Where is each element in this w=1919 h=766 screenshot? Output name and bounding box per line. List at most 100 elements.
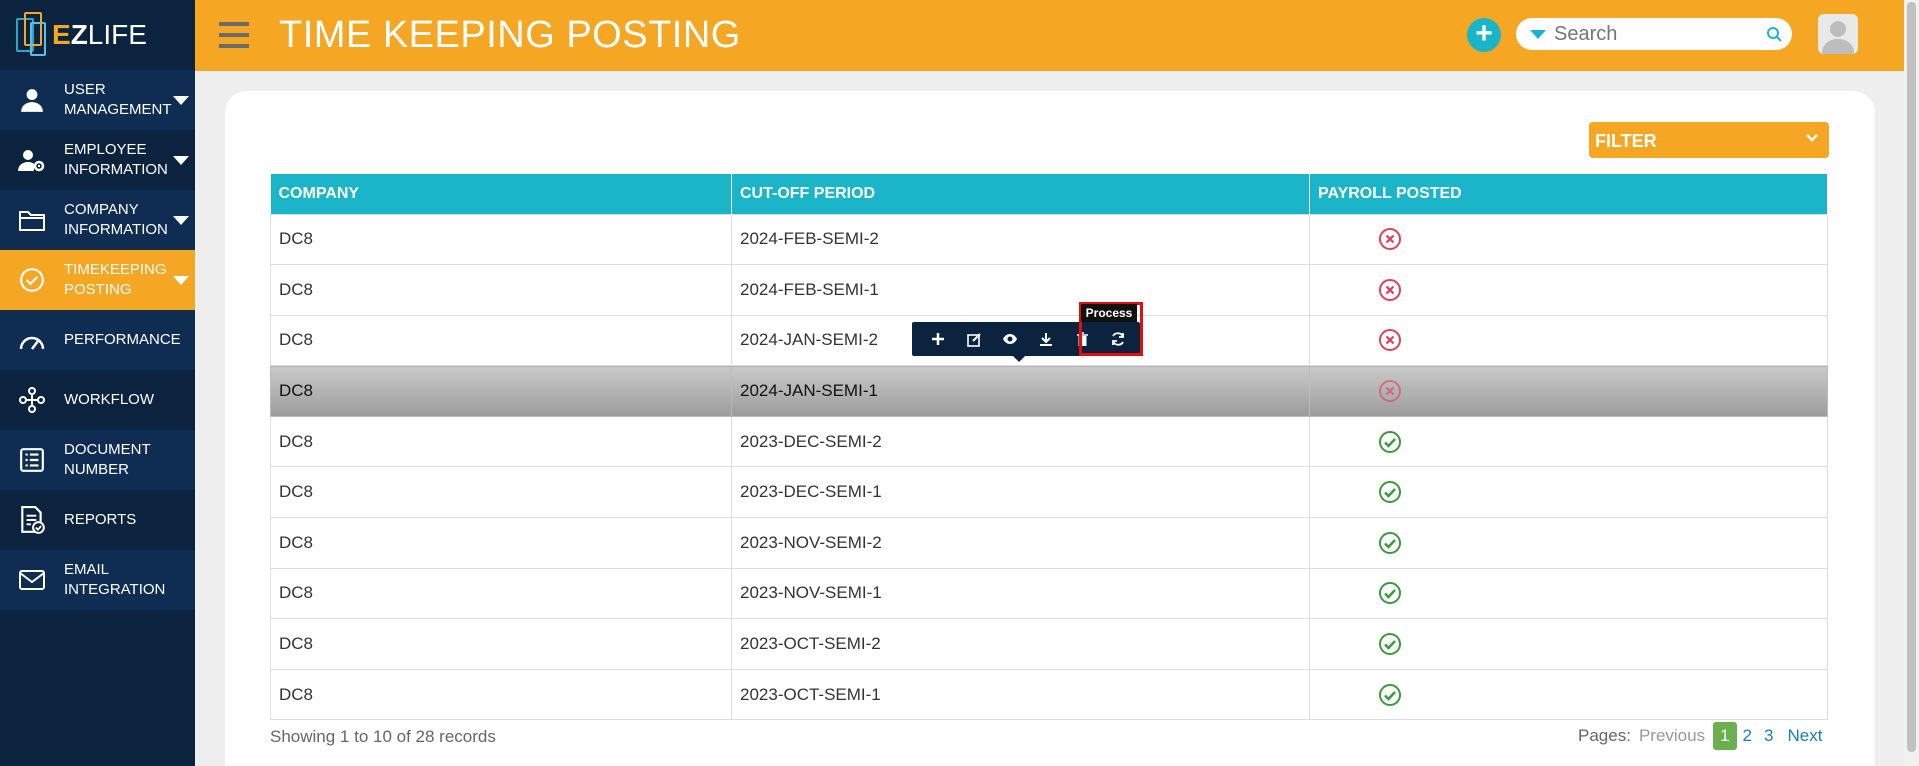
column-header-payroll-posted[interactable]: PAYROLL POSTED [1309, 174, 1828, 214]
process-tooltip: Process [1081, 304, 1137, 322]
logo-letter-e: E [52, 19, 71, 50]
report-icon [0, 506, 64, 534]
cut-off-period-cell: 2024-FEB-SEMI-1 [731, 264, 1310, 316]
add-button[interactable]: + [1467, 18, 1501, 52]
cut-off-period-cell: 2023-DEC-SEMI-1 [731, 466, 1310, 519]
filter-label: FILTER [1595, 131, 1657, 151]
plus-icon: + [1475, 17, 1493, 50]
column-header-company[interactable]: COMPANY [270, 174, 732, 214]
company-cell: DC8 [270, 517, 732, 569]
view-row-button[interactable] [992, 322, 1028, 356]
sidebar-item-company-information[interactable]: COMPANY INFORMATION [0, 190, 195, 250]
scroll-thumb[interactable] [1907, 2, 1916, 752]
download-row-button[interactable] [1028, 322, 1064, 356]
cut-off-period-cell: 2023-DEC-SEMI-2 [731, 415, 1310, 468]
company-cell: DC8 [270, 314, 732, 367]
previous-page-link[interactable]: Previous [1639, 726, 1705, 746]
vertical-scrollbar[interactable] [1904, 0, 1919, 766]
page-3-link[interactable]: 3 [1758, 726, 1779, 746]
table-row[interactable]: DC8 2023-OCT-SEMI-1 [270, 668, 1828, 721]
sidebar-item-label: PERFORMANCE [64, 331, 181, 348]
edit-row-button[interactable] [956, 322, 992, 356]
toolbar-pointer [1013, 356, 1025, 362]
page-1-link[interactable]: 1 [1713, 722, 1737, 750]
sidebar-item-label: EMPLOYEE INFORMATION [64, 141, 168, 178]
company-cell: DC8 [270, 365, 732, 417]
sidebar: EZLIFE USER MANAGEMENT EMPLOYEE INFORMAT… [0, 0, 195, 766]
sidebar-item-label: EMAIL INTEGRATION [64, 561, 166, 598]
add-row-button[interactable] [920, 322, 956, 356]
logo[interactable]: EZLIFE [0, 0, 195, 70]
payroll-posted-cell [1309, 567, 1828, 620]
payroll-posted-cell [1309, 466, 1828, 519]
sidebar-item-reports[interactable]: REPORTS [0, 490, 195, 550]
column-header-cut-off-period[interactable]: CUT-OFF PERIOD [731, 174, 1310, 214]
cut-off-period-cell: 2023-NOV-SEMI-2 [731, 517, 1310, 569]
plus-icon [932, 333, 944, 345]
sidebar-item-label: REPORTS [64, 511, 137, 528]
table-row[interactable]: DC8 2024-FEB-SEMI-2 [270, 213, 1828, 266]
check-circle-icon [1379, 582, 1401, 605]
cut-off-period-cell: 2023-OCT-SEMI-1 [731, 668, 1310, 721]
avatar[interactable] [1818, 14, 1858, 54]
sidebar-item-timekeeping-posting[interactable]: TIMEKEEPING POSTING [0, 250, 195, 310]
company-cell: DC8 [270, 466, 732, 519]
x-circle-icon [1379, 380, 1401, 403]
logo-letter-z: Z [70, 19, 88, 50]
table-row[interactable]: DC8 2023-NOV-SEMI-1 [270, 567, 1828, 620]
table-row[interactable]: DC8 2023-NOV-SEMI-2 [270, 517, 1828, 569]
caret-down-icon [173, 216, 189, 225]
sidebar-item-label: USER MANAGEMENT [64, 81, 172, 118]
search-icon[interactable] [1766, 26, 1782, 42]
payroll-posted-cell [1309, 213, 1828, 266]
company-cell: DC8 [270, 415, 732, 468]
table-row[interactable]: DC8 2023-DEC-SEMI-2 [270, 415, 1828, 468]
page-2-link[interactable]: 2 [1737, 726, 1758, 746]
logo-text: EZLIFE [52, 19, 147, 51]
cut-off-period-cell: 2023-NOV-SEMI-1 [731, 567, 1310, 620]
sidebar-item-employee-information[interactable]: EMPLOYEE INFORMATION [0, 130, 195, 190]
table-row[interactable]: DC8 2023-DEC-SEMI-1 [270, 466, 1828, 519]
check-circle-icon [1379, 430, 1401, 453]
payroll-posted-cell [1309, 365, 1828, 417]
hamburger-menu-icon[interactable] [219, 22, 249, 48]
search-input[interactable] [1554, 22, 1764, 46]
sidebar-item-email-integration[interactable]: EMAIL INTEGRATION [0, 550, 195, 610]
search-dropdown-caret-icon[interactable] [1530, 29, 1546, 39]
sidebar-item-label: TIMEKEEPING POSTING [64, 261, 167, 298]
cut-off-period-cell: 2024-FEB-SEMI-2 [731, 213, 1310, 266]
sidebar-item-document-number[interactable]: DOCUMENT NUMBER [0, 430, 195, 490]
user-avatar-icon [1818, 14, 1858, 54]
workflow-icon [0, 386, 64, 414]
payroll-posted-cell [1309, 314, 1828, 367]
company-cell: DC8 [270, 618, 732, 670]
top-header: TIME KEEPING POSTING + [195, 0, 1904, 71]
company-cell: DC8 [270, 668, 732, 721]
table-row[interactable]: DC8 2024-FEB-SEMI-1 [270, 264, 1828, 316]
sidebar-item-performance[interactable]: PERFORMANCE [0, 310, 195, 370]
table-row[interactable]: DC8 2024-JAN-SEMI-1 [270, 365, 1828, 417]
company-cell: DC8 [270, 567, 732, 620]
logo-word-life: LIFE [87, 19, 147, 50]
check-circle-icon [1379, 683, 1401, 706]
sidebar-item-workflow[interactable]: WORKFLOW [0, 370, 195, 430]
next-page-link[interactable]: Next [1787, 726, 1822, 746]
payroll-posted-cell [1309, 618, 1828, 670]
chevron-down-icon [1806, 134, 1818, 142]
user-icon [0, 87, 64, 113]
company-cell: DC8 [270, 264, 732, 316]
x-circle-icon [1379, 278, 1401, 301]
x-circle-icon [1379, 329, 1401, 352]
search-box[interactable] [1516, 18, 1792, 50]
caret-down-icon [173, 156, 189, 165]
check-circle-icon [0, 267, 64, 293]
payroll-posted-cell [1309, 264, 1828, 316]
company-cell: DC8 [270, 213, 732, 266]
table-row[interactable]: DC8 2023-OCT-SEMI-2 [270, 618, 1828, 670]
gauge-icon [0, 329, 64, 351]
filter-button[interactable]: FILTER [1589, 122, 1829, 158]
check-circle-icon [1379, 531, 1401, 554]
pages-label: Pages: [1578, 726, 1631, 745]
user-gear-icon [0, 147, 64, 173]
sidebar-item-user-management[interactable]: USER MANAGEMENT [0, 70, 195, 130]
